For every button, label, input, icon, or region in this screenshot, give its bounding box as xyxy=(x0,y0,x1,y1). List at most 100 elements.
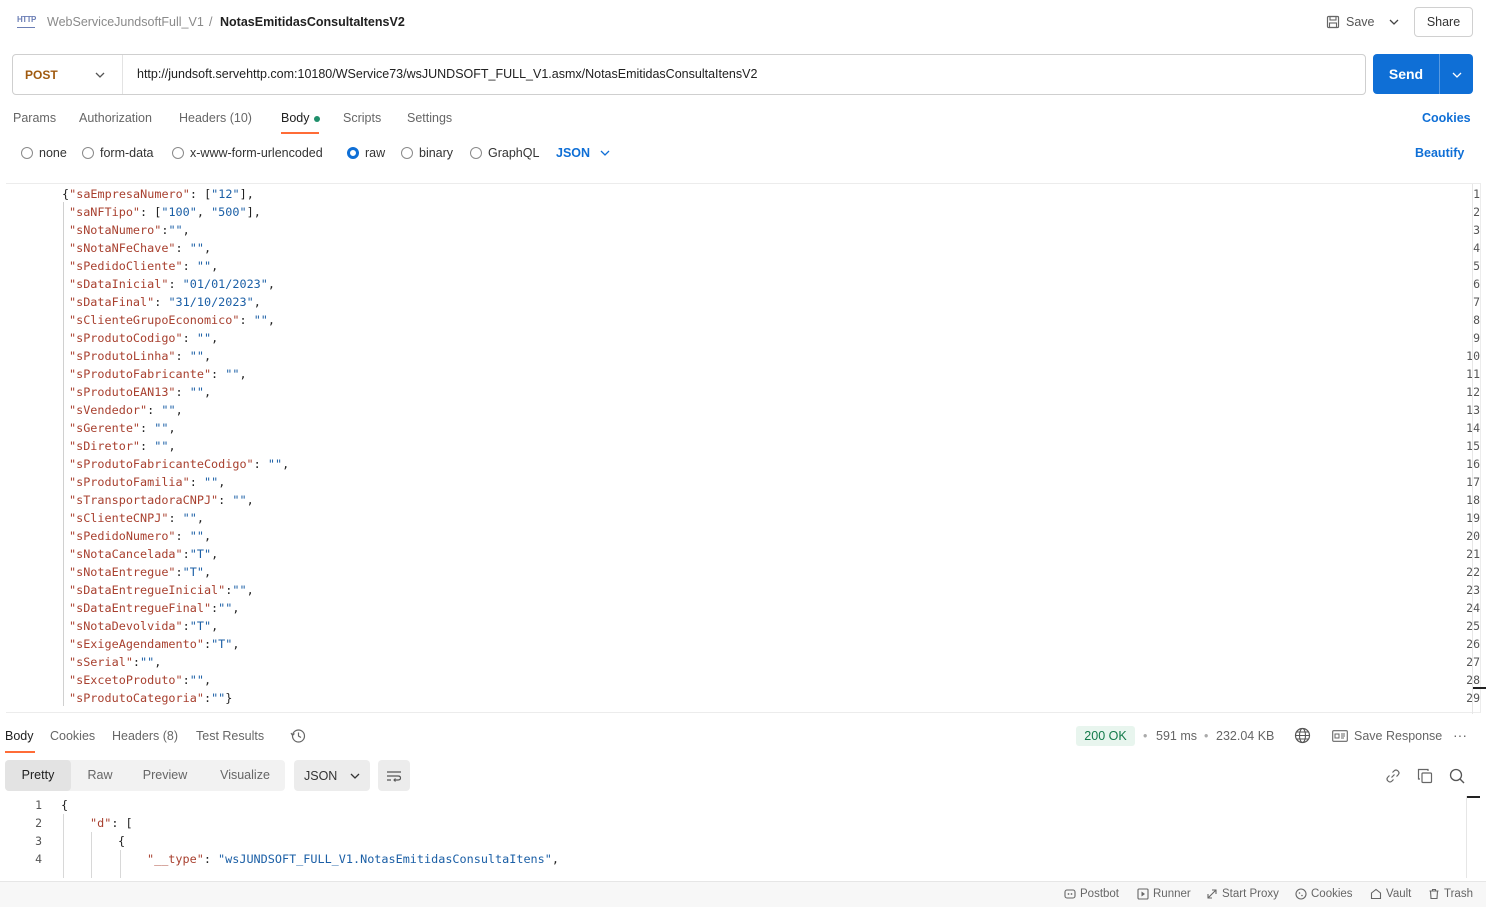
send-label: Send xyxy=(1388,66,1424,82)
code-token: : xyxy=(168,277,183,291)
body-type-binary[interactable]: binary xyxy=(401,146,453,160)
response-tab-headers[interactable]: Headers (8) xyxy=(112,729,178,743)
search-icon[interactable] xyxy=(1449,768,1465,787)
active-tab-indicator xyxy=(281,132,319,134)
response-tab-cookies[interactable]: Cookies xyxy=(50,729,95,743)
meta-separator: • xyxy=(1143,729,1148,743)
code-line: "sVendedor": "", xyxy=(69,401,183,419)
code-token: "" xyxy=(203,475,219,489)
save-response-label: Save Response xyxy=(1354,729,1443,743)
body-type-urlencoded[interactable]: x-www-form-urlencoded xyxy=(172,146,323,160)
history-icon[interactable] xyxy=(290,728,306,747)
code-token: "" xyxy=(189,673,204,687)
globe-icon[interactable] xyxy=(1294,727,1311,747)
footer-trash[interactable]: Trash xyxy=(1428,888,1473,900)
editor-scrollbar[interactable] xyxy=(1472,184,1473,714)
save-response-button[interactable]: Save Response xyxy=(1332,729,1442,743)
vault-icon xyxy=(1370,888,1382,900)
radio-icon xyxy=(401,147,413,159)
footer-start-proxy[interactable]: Start Proxy xyxy=(1206,888,1279,900)
line-number: 19 xyxy=(1466,511,1480,525)
more-options-icon[interactable]: ··· xyxy=(1453,727,1467,743)
code-token: : xyxy=(175,565,183,579)
code-token: , xyxy=(203,565,212,579)
view-pretty[interactable]: Pretty xyxy=(5,760,71,791)
beautify-button[interactable]: Beautify xyxy=(1415,146,1464,160)
body-type-label: GraphQL xyxy=(488,146,540,160)
tab-settings[interactable]: Settings xyxy=(407,111,452,125)
link-icon[interactable] xyxy=(1385,768,1401,787)
breadcrumb-collection[interactable]: WebServiceJundsoftFull_V1 xyxy=(47,15,204,29)
code-line: "sProdutoFabricanteCodigo": "", xyxy=(69,455,289,473)
response-body-viewer[interactable]: 1 {2 "d": [3 {4 "__type": "wsJUNDSOFT_FULL_V… xyxy=(0,796,1486,878)
send-options-button[interactable] xyxy=(1439,54,1473,94)
url-input[interactable]: http://jundsoft.servehttp.com:10180/WSer… xyxy=(137,67,757,81)
code-line: "sNotaNFeChave": "", xyxy=(69,239,211,257)
breadcrumb-request-name[interactable]: NotasEmitidasConsultaItensV2 xyxy=(220,15,405,29)
wrap-lines-button[interactable] xyxy=(378,760,410,791)
code-token: : [ xyxy=(189,187,212,201)
status-badge[interactable]: 200 OK xyxy=(1076,726,1135,746)
code-line: "sPedidoNumero": "", xyxy=(69,527,211,545)
body-type-none[interactable]: none xyxy=(21,146,67,160)
code-token: : xyxy=(182,259,197,273)
copy-icon[interactable] xyxy=(1417,768,1433,787)
response-time[interactable]: 591 ms xyxy=(1156,729,1197,743)
line-number: 13 xyxy=(1466,403,1480,417)
code-token: "sClienteCNPJ" xyxy=(69,511,169,525)
code-token: "sProdutoFabricanteCodigo" xyxy=(69,457,254,471)
response-tab-body[interactable]: Body xyxy=(5,729,34,743)
raw-format-select[interactable]: JSON xyxy=(556,146,610,160)
footer-runner[interactable]: Runner xyxy=(1137,888,1191,900)
code-token: "sClienteGrupoEconomico" xyxy=(69,313,240,327)
tab-scripts[interactable]: Scripts xyxy=(343,111,381,125)
code-line: "sNotaCancelada":"T", xyxy=(69,545,218,563)
cookies-link[interactable]: Cookies xyxy=(1422,111,1471,125)
response-size[interactable]: 232.04 KB xyxy=(1216,729,1274,743)
scrollbar-thumb[interactable] xyxy=(1467,796,1480,798)
tab-authorization[interactable]: Authorization xyxy=(79,111,152,125)
code-token: , xyxy=(232,601,240,615)
cookie-icon xyxy=(1295,888,1307,900)
view-raw[interactable]: Raw xyxy=(75,760,125,791)
view-visualize[interactable]: Visualize xyxy=(209,760,281,791)
code-token: "d" xyxy=(90,816,112,830)
response-scrollbar[interactable] xyxy=(1466,796,1467,878)
view-preview[interactable]: Preview xyxy=(131,760,199,791)
line-number: 23 xyxy=(1466,583,1480,597)
tab-headers[interactable]: Headers (10) xyxy=(179,111,252,125)
radio-icon xyxy=(21,147,33,159)
body-type-graphql[interactable]: GraphQL xyxy=(470,146,539,160)
line-number: 15 xyxy=(1466,439,1480,453)
code-token: "sNotaNumero" xyxy=(69,223,162,237)
footer-vault[interactable]: Vault xyxy=(1370,888,1411,900)
body-type-raw[interactable]: raw xyxy=(347,146,385,160)
postbot-icon xyxy=(1064,889,1076,899)
save-button[interactable]: Save xyxy=(1322,8,1379,36)
code-token: "" xyxy=(189,241,204,255)
line-number: 27 xyxy=(1466,655,1480,669)
request-body-editor[interactable]: 1 {"saEmpresaNumero": ["12"], 2 "saNFTipo":… xyxy=(6,183,1486,714)
indent-guide xyxy=(91,832,92,878)
footer-postbot[interactable]: Postbot xyxy=(1064,888,1119,900)
code-token: { xyxy=(61,798,69,812)
tab-body[interactable]: Body xyxy=(281,111,320,125)
footer-cookies[interactable]: Cookies xyxy=(1295,888,1353,900)
share-button[interactable]: Share xyxy=(1414,7,1473,37)
response-format-select[interactable]: JSON xyxy=(294,760,370,791)
body-type-form-data[interactable]: form-data xyxy=(82,146,154,160)
code-line: "sPedidoCliente": "", xyxy=(69,257,218,275)
save-options-button[interactable] xyxy=(1382,8,1406,36)
code-token: "" xyxy=(140,655,155,669)
scrollbar-thumb[interactable] xyxy=(1473,687,1486,689)
send-button[interactable]: Send xyxy=(1373,54,1473,94)
code-token: "__type" xyxy=(147,852,204,866)
line-number: 20 xyxy=(1466,529,1480,543)
radio-selected-icon xyxy=(347,147,359,159)
line-number: 18 xyxy=(1466,493,1480,507)
method-select[interactable]: POST xyxy=(13,55,123,94)
response-tab-test-results[interactable]: Test Results xyxy=(196,729,264,743)
code-line: "sDataEntregueInicial":"", xyxy=(69,581,254,599)
code-token: : xyxy=(203,637,212,651)
tab-params[interactable]: Params xyxy=(13,111,56,125)
